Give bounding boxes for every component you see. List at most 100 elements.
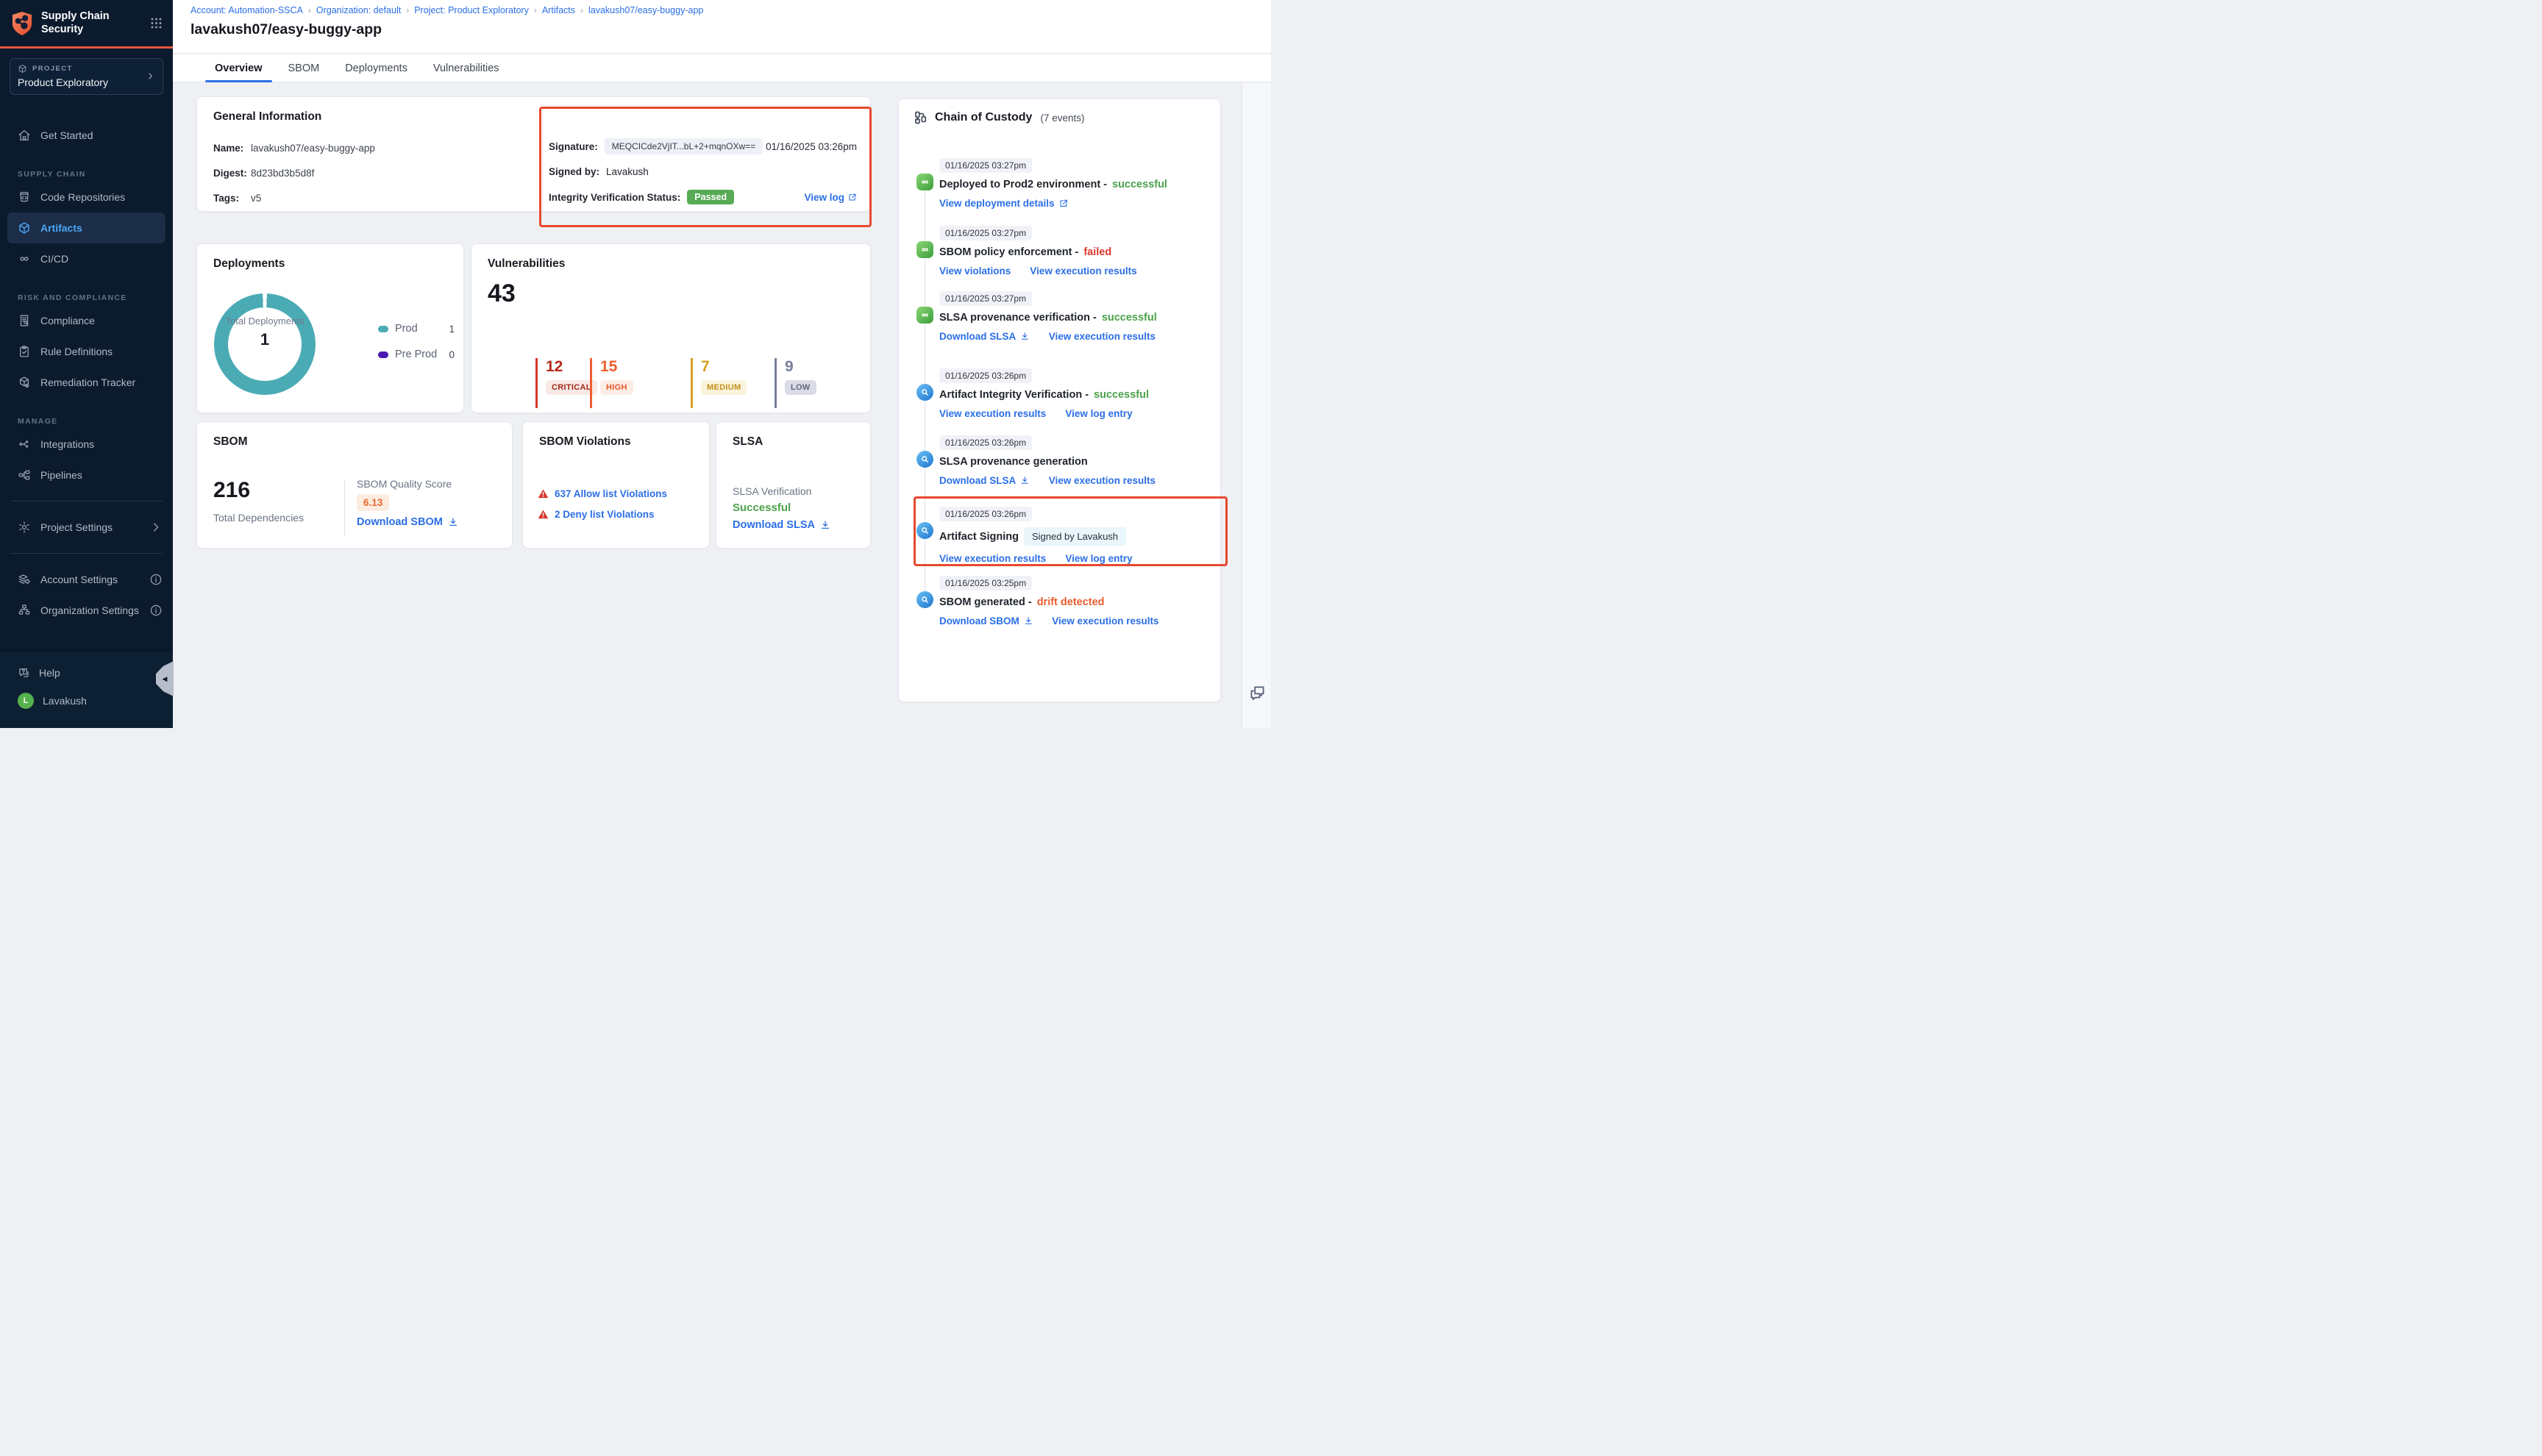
sbom-violations-card: SBOM Violations 637 Allow list Violation… (522, 421, 710, 549)
card-title: Deployments (213, 257, 285, 271)
chain-event-artifact-signing: 01/16/2025 03:26pm Artifact Signing Sign… (939, 507, 1210, 564)
clipboard-check-icon (18, 345, 31, 358)
severity-medium: 7 MEDIUM (691, 358, 747, 408)
chain-of-custody-count: (7 events) (1040, 113, 1084, 124)
module-grid-icon[interactable] (149, 16, 163, 30)
app-shield-logo-icon (10, 11, 35, 36)
view-execution-results-link[interactable]: View execution results (939, 553, 1046, 564)
tab-bar: Overview SBOM Deployments Vulnerabilitie… (173, 54, 1271, 82)
view-deployment-details-link[interactable]: View deployment details (939, 198, 1068, 209)
view-log-entry-link[interactable]: View log entry (1065, 553, 1132, 564)
signed-by-badge: Signed by Lavakush (1024, 527, 1126, 546)
sidebar-item-label: Pipelines (40, 469, 82, 481)
download-sbom-link[interactable]: Download SBOM (939, 615, 1033, 627)
download-slsa-link[interactable]: Download SLSA (939, 331, 1030, 342)
sidebar-item-label: Rule Definitions (40, 346, 113, 357)
tab-sbom[interactable]: SBOM (279, 54, 330, 82)
field-label: Signature: (549, 141, 598, 152)
sidebar-item-label: Artifacts (40, 222, 82, 234)
view-execution-results-link[interactable]: View execution results (1052, 615, 1158, 627)
chain-event-sbom-generated: 01/16/2025 03:25pm SBOM generated - drif… (939, 576, 1210, 627)
allow-list-violations-link[interactable]: 637 Allow list Violations (538, 488, 667, 499)
deny-list-violations-link[interactable]: 2 Deny list Violations (538, 509, 655, 520)
info-icon[interactable] (149, 573, 163, 586)
view-execution-results-link[interactable]: View execution results (1030, 265, 1136, 276)
breadcrumb-account-link[interactable]: Account: Automation-SSCA (191, 5, 303, 15)
sidebar-item-rule-definitions[interactable]: Rule Definitions (0, 336, 173, 367)
signature-row: Signature: MEQCICde2VjIT...bL+2+mqnOXw==… (549, 138, 857, 154)
project-cube-icon (18, 64, 27, 74)
donut-center-value: 1 (214, 330, 316, 349)
event-status: successful (1112, 179, 1167, 190)
field-label: Signed by: (549, 166, 599, 177)
box-tag-icon (18, 376, 31, 389)
sidebar-item-get-started[interactable]: Get Started (0, 120, 173, 151)
sidebar-nav: Get Started SUPPLY CHAIN Code Repositori… (0, 99, 173, 626)
view-violations-link[interactable]: View violations (939, 265, 1011, 276)
project-name: Product Exploratory (18, 76, 108, 88)
field-label: Tags: (213, 193, 251, 204)
pipeline-event-icon (916, 174, 933, 190)
project-selector[interactable]: PROJECT Product Exploratory (10, 58, 163, 95)
sidebar-item-integrations[interactable]: Integrations (0, 429, 173, 460)
donut-center: Total Deployments 1 (214, 315, 316, 349)
signature-value-pill[interactable]: MEQCICde2VjIT...bL+2+mqnOXw== (605, 138, 763, 154)
info-icon[interactable] (149, 604, 163, 617)
view-log-entry-link[interactable]: View log entry (1065, 408, 1132, 419)
sidebar-item-label: Organization Settings (40, 604, 139, 616)
event-status: successful (1102, 312, 1157, 324)
event-title: Artifact Integrity Verification - (939, 389, 1089, 401)
breadcrumb-separator: › (308, 5, 311, 15)
view-execution-results-link[interactable]: View execution results (1049, 475, 1156, 486)
breadcrumb-artifacts-link[interactable]: Artifacts (542, 5, 575, 15)
tab-vulnerabilities[interactable]: Vulnerabilities (424, 54, 509, 82)
chevron-right-icon (149, 521, 163, 534)
sidebar-item-cicd[interactable]: CI/CD (0, 243, 173, 274)
help-button[interactable]: Help (0, 659, 173, 687)
breadcrumb-organization-link[interactable]: Organization: default (316, 5, 401, 15)
breadcrumb-separator: › (580, 5, 583, 15)
code-repo-icon (18, 190, 31, 204)
sidebar-item-organization-settings[interactable]: Organization Settings (0, 595, 173, 626)
view-execution-results-link[interactable]: View execution results (939, 408, 1046, 419)
sidebar-item-remediation-tracker[interactable]: Remediation Tracker (0, 367, 173, 398)
chain-event-sbom-policy: 01/16/2025 03:27pm SBOM policy enforceme… (939, 226, 1210, 276)
event-timestamp: 01/16/2025 03:26pm (939, 435, 1032, 450)
sidebar-divider (10, 501, 163, 502)
breadcrumb-current-link[interactable]: lavakush07/easy-buggy-app (588, 5, 703, 15)
chain-of-custody-panel: Chain of Custody (7 events) 01/16/2025 0… (898, 99, 1221, 702)
tab-deployments[interactable]: Deployments (335, 54, 417, 82)
download-sbom-link[interactable]: Download SBOM (357, 516, 458, 528)
download-slsa-link[interactable]: Download SLSA (733, 519, 830, 531)
sidebar-item-project-settings[interactable]: Project Settings (0, 512, 173, 543)
user-menu[interactable]: L Lavakush (0, 687, 173, 715)
view-execution-results-link[interactable]: View execution results (1049, 331, 1156, 342)
sidebar-item-artifacts[interactable]: Artifacts (7, 213, 165, 243)
sidebar-item-pipelines[interactable]: Pipelines (0, 460, 173, 490)
slsa-verification-label: SLSA Verification (733, 485, 811, 497)
sidebar-item-compliance[interactable]: Compliance (0, 305, 173, 336)
org-gear-icon (18, 604, 31, 617)
event-title: Artifact Signing (939, 531, 1019, 543)
sidebar-item-code-repositories[interactable]: Code Repositories (0, 182, 173, 213)
sidebar-item-account-settings[interactable]: Account Settings (0, 564, 173, 595)
view-log-link[interactable]: View log (804, 192, 857, 203)
tab-overview[interactable]: Overview (205, 54, 272, 82)
download-slsa-link[interactable]: Download SLSA (939, 475, 1030, 486)
card-title: SBOM (213, 435, 248, 449)
slsa-verification-status: Successful (733, 502, 791, 514)
home-icon (18, 129, 31, 142)
feedback-chat-icon[interactable] (1248, 684, 1267, 702)
download-icon (1024, 616, 1033, 626)
integrity-status-row: Integrity Verification Status: Passed Vi… (549, 190, 857, 204)
gear-icon (18, 521, 31, 534)
warning-triangle-icon (538, 509, 549, 520)
field-label: Name: (213, 143, 251, 154)
integrations-icon (18, 438, 31, 451)
card-title: SLSA (733, 435, 763, 449)
sidebar-section-supply-chain: SUPPLY CHAIN (0, 151, 173, 182)
sidebar-divider (10, 553, 163, 554)
compliance-doc-icon (18, 314, 31, 327)
event-timestamp: 01/16/2025 03:25pm (939, 576, 1032, 590)
breadcrumb-project-link[interactable]: Project: Product Exploratory (414, 5, 529, 15)
